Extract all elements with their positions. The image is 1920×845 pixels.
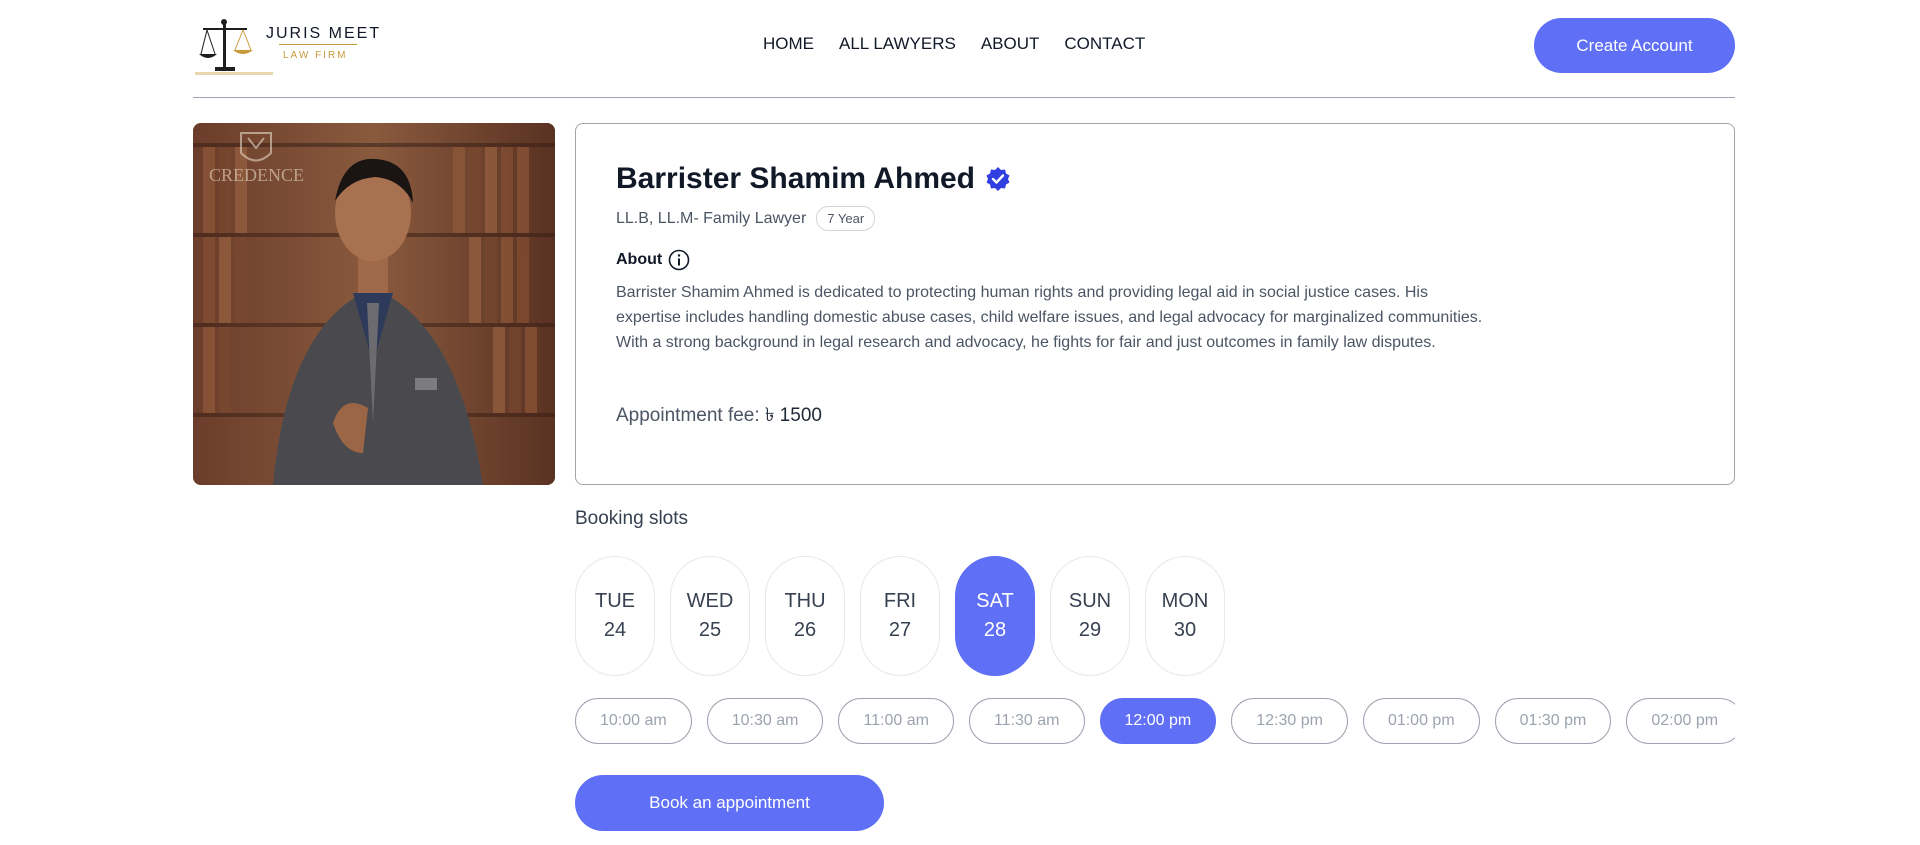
day-number: 25: [698, 619, 722, 641]
lawyer-info-card: Barrister Shamim Ahmed LL.B, LL.M- Famil…: [575, 123, 1735, 485]
lawyer-name: Barrister Shamim Ahmed: [616, 162, 976, 195]
day-number: 29: [1078, 619, 1102, 641]
day-name: SUN: [1068, 590, 1112, 612]
time-slots-scroller[interactable]: 10:00 am 10:30 am 11:00 am 11:30 am 12:0…: [575, 698, 1735, 746]
day-selector: TUE 24 WED 25 THU 26 FRI 27 SAT 28 SUN 2…: [575, 556, 1225, 676]
time-slot[interactable]: 01:30 pm: [1494, 698, 1612, 744]
book-appointment-button[interactable]: Book an appointment: [575, 775, 884, 831]
experience-badge: 7 Year: [816, 206, 876, 231]
day-number: 27: [888, 619, 912, 641]
time-slot[interactable]: 10:30 am: [706, 698, 824, 744]
time-slot[interactable]: 02:00 pm: [1626, 698, 1735, 744]
brand-tagline: LAW FIRM: [283, 50, 348, 61]
time-slot[interactable]: 10:00 am: [575, 698, 692, 744]
time-slots: 10:00 am 10:30 am 11:00 am 11:30 am 12:0…: [575, 698, 1735, 744]
photo-watermark: CREDENCE: [209, 165, 304, 185]
nav-about[interactable]: ABOUT: [981, 34, 1040, 54]
lawyer-degree: LL.B, LL.M- Family Lawyer: [616, 209, 807, 227]
day-thu[interactable]: THU 26: [765, 556, 845, 676]
scales-of-justice-icon: [195, 19, 273, 75]
day-number: 30: [1173, 619, 1197, 641]
nav-home[interactable]: HOME: [763, 34, 814, 54]
verified-badge-icon: [986, 167, 1010, 191]
day-wed[interactable]: WED 25: [670, 556, 750, 676]
brand-name: JURIS MEET: [266, 25, 382, 42]
fee-label: Appointment fee:: [616, 405, 760, 426]
lawyer-portrait-image: CREDENCE: [193, 123, 555, 485]
brand-logo[interactable]: JURIS MEET LAW FIRM: [193, 14, 383, 76]
day-fri[interactable]: FRI 27: [860, 556, 940, 676]
nav-contact[interactable]: CONTACT: [1064, 34, 1145, 54]
degree-row: LL.B, LL.M- Family Lawyer 7 Year: [616, 206, 876, 231]
time-slot[interactable]: 11:30 am: [968, 698, 1085, 744]
about-text: Barrister Shamim Ahmed is dedicated to p…: [616, 284, 1483, 351]
about-row: About: [616, 249, 690, 271]
day-number: 26: [793, 619, 817, 641]
day-number: 28: [983, 619, 1007, 641]
name-row: Barrister Shamim Ahmed: [616, 162, 1011, 196]
time-slot[interactable]: 01:00 pm: [1362, 698, 1480, 744]
about-label: About: [616, 251, 663, 268]
header: JURIS MEET LAW FIRM HOME ALL LAWYERS ABO…: [193, 0, 1735, 98]
nav-all-lawyers[interactable]: ALL LAWYERS: [839, 34, 956, 54]
main-nav: HOME ALL LAWYERS ABOUT CONTACT: [763, 34, 1145, 54]
time-slot[interactable]: 12:30 pm: [1231, 698, 1348, 744]
time-slot-selected[interactable]: 12:00 pm: [1099, 698, 1217, 744]
appointment-fee: Appointment fee: ৳ 1500: [616, 401, 822, 433]
fee-value: ৳ 1500: [764, 405, 822, 426]
day-tue[interactable]: TUE 24: [575, 556, 655, 676]
booking-slots-title: Booking slots: [575, 508, 689, 529]
lawyer-photo: CREDENCE: [193, 123, 555, 485]
day-name: THU: [784, 590, 826, 612]
day-number: 24: [603, 619, 627, 641]
info-icon[interactable]: [668, 249, 690, 271]
day-name: SAT: [976, 590, 1014, 612]
day-sun[interactable]: SUN 29: [1050, 556, 1130, 676]
brand-divider: [279, 44, 357, 45]
day-mon[interactable]: MON 30: [1145, 556, 1225, 676]
create-account-button[interactable]: Create Account: [1534, 18, 1735, 73]
day-name: TUE: [595, 590, 635, 612]
day-sat[interactable]: SAT 28: [955, 556, 1035, 676]
day-name: FRI: [883, 590, 917, 612]
day-name: MON: [1161, 590, 1209, 612]
day-name: WED: [686, 590, 734, 612]
time-slot[interactable]: 11:00 am: [838, 698, 954, 744]
